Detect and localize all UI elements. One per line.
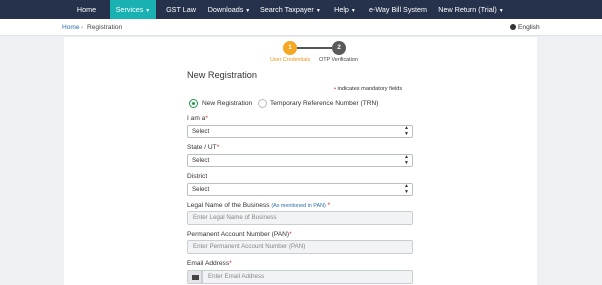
email-input[interactable]: Enter Email Address — [202, 270, 413, 284]
radio-new-registration-label: New Registration — [202, 100, 253, 107]
nav-services-label: Services — [115, 5, 144, 14]
envelope-icon — [192, 275, 199, 280]
nav-search-taxpayer[interactable]: Search Taxpayer ▼ — [260, 0, 321, 19]
chevron-down-icon: ▼ — [145, 8, 151, 14]
stepper-connector — [297, 47, 333, 49]
required-marker: * — [289, 231, 292, 238]
top-navigation: Home Services ▼ GST Law Downloads ▼ Search… — [0, 0, 602, 19]
step-2-label: OTP Verification — [319, 57, 358, 63]
legal-name-hint: (As mentioned in PAN) — [271, 203, 326, 209]
nav-gst-law-label: GST Law — [166, 5, 196, 14]
language-selector[interactable]: English — [510, 19, 540, 36]
language-label: English — [518, 24, 540, 31]
legal-name-label-text: Legal Name of the Business — [187, 202, 270, 209]
step-1-label: User Credentials — [270, 57, 311, 63]
chevron-down-icon: ▼ — [350, 8, 356, 14]
radio-trn-label: Temporary Reference Number (TRN) — [270, 100, 379, 107]
legal-name-label: Legal Name of the Business (As mentioned… — [187, 202, 330, 209]
radio-trn[interactable] — [258, 99, 267, 108]
pan-label-text: Permanent Account Number (PAN) — [187, 231, 290, 238]
page-background-right — [537, 36, 602, 285]
required-marker: * — [327, 202, 331, 209]
nav-services[interactable]: Services ▼ — [110, 0, 156, 19]
district-label: District — [187, 173, 208, 180]
nav-home[interactable]: Home — [76, 0, 97, 19]
chevron-down-icon: ▼ — [315, 8, 321, 14]
nav-help[interactable]: Help ▼ — [333, 0, 357, 19]
breadcrumb: Home › Registration English — [0, 19, 602, 36]
page-title: New Registration — [187, 70, 257, 80]
breadcrumb-current: Registration — [87, 24, 123, 31]
chevron-down-icon: ▼ — [245, 8, 251, 14]
iam-select[interactable]: Select ▲ ▼ — [187, 125, 413, 138]
state-label: State / UT* — [187, 144, 219, 151]
nav-help-label: Help — [334, 5, 349, 14]
breadcrumb-separator: › — [81, 24, 84, 31]
pan-label: Permanent Account Number (PAN)* — [187, 231, 292, 238]
nav-home-label: Home — [76, 5, 97, 14]
required-marker: • — [334, 86, 336, 92]
email-addon — [187, 270, 202, 284]
iam-label-text: I am a — [187, 115, 206, 122]
pan-input[interactable]: Enter Permanent Account Number (PAN) — [187, 240, 413, 254]
legal-name-input[interactable]: Enter Legal Name of Business — [187, 211, 413, 225]
radio-new-registration[interactable] — [189, 99, 198, 108]
required-marker: * — [205, 115, 208, 122]
nav-downloads-label: Downloads — [207, 5, 244, 14]
page-background-left — [0, 36, 64, 285]
required-marker: * — [229, 260, 232, 267]
step-1-indicator: 1 — [283, 41, 297, 55]
mandatory-note: • indicates mandatory fields — [334, 86, 402, 92]
step-2-indicator: 2 — [332, 41, 346, 55]
iam-label: I am a* — [187, 115, 208, 122]
district-select-value: Select — [192, 186, 210, 193]
nav-new-return[interactable]: New Return (Trial) ▼ — [438, 0, 504, 19]
nav-gst-law[interactable]: GST Law — [166, 0, 196, 19]
state-label-text: State / UT — [187, 144, 217, 151]
select-arrows-icon: ▲ ▼ — [404, 183, 409, 195]
nav-search-taxpayer-label: Search Taxpayer — [260, 5, 314, 14]
globe-icon — [510, 23, 516, 30]
state-select-value: Select — [192, 157, 210, 164]
iam-select-value: Select — [192, 128, 210, 135]
state-select[interactable]: Select ▲ ▼ — [187, 154, 413, 167]
email-input-group: Enter Email Address — [187, 270, 413, 284]
select-arrows-icon: ▲ ▼ — [404, 154, 409, 166]
email-label-text: Email Address — [187, 260, 230, 267]
nav-eway-bill-label: e-Way Bill System — [368, 5, 428, 14]
mandatory-note-text: indicates mandatory fields — [337, 86, 403, 92]
email-label: Email Address* — [187, 260, 232, 267]
nav-new-return-label: New Return (Trial) — [438, 5, 497, 14]
required-marker: * — [216, 144, 220, 151]
chevron-down-icon: ▼ — [498, 8, 504, 14]
nav-eway-bill[interactable]: e-Way Bill System — [368, 0, 428, 19]
select-arrows-icon: ▲ ▼ — [404, 125, 409, 137]
nav-downloads[interactable]: Downloads ▼ — [206, 0, 252, 19]
breadcrumb-home[interactable]: Home — [62, 19, 80, 36]
district-select[interactable]: Select ▲ ▼ — [187, 183, 413, 196]
